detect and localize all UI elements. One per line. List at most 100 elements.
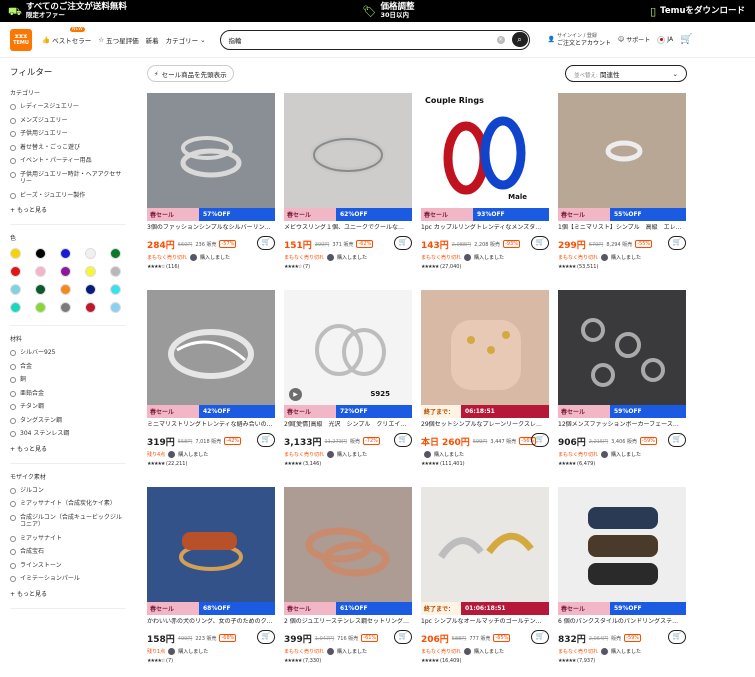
- product-title[interactable]: 1個【ミニマリスト】シンプル 高級 エレガント: [558, 224, 686, 233]
- radio-circle[interactable]: [10, 104, 16, 110]
- product-title[interactable]: 1pc シンプルなオールマッチのゴールデンシルバー: [421, 618, 549, 627]
- price-adjust-promo[interactable]: 🏷 価格調整 30日以内: [363, 3, 415, 19]
- product-title[interactable]: 6 個のパンクスタイルのパンドリングステンレス: [558, 618, 686, 627]
- color-swatch[interactable]: [85, 284, 96, 295]
- product-title[interactable]: 29個セットシンプルなプレーンリークスレディース: [421, 421, 549, 430]
- support-link[interactable]: ☺ サポート: [618, 35, 650, 44]
- add-to-cart-button[interactable]: 🛒: [394, 236, 412, 250]
- material-option[interactable]: 銅: [10, 376, 126, 384]
- clear-icon[interactable]: ×: [496, 35, 505, 44]
- radio-circle[interactable]: [10, 390, 16, 397]
- radio-circle[interactable]: [10, 535, 16, 542]
- motif-option[interactable]: 合成宝石: [10, 548, 126, 556]
- product-card[interactable]: S925 ▶ 春セール 72%OFF 2個[愛情]高級 光沢 シンプル クリエイティブ 3…: [284, 290, 412, 480]
- product-title[interactable]: 2 個のジュエリーステンレス鋼セットリング 1 デザイン: [284, 618, 412, 627]
- category-option[interactable]: ビーズ・ジュエリー製作: [10, 192, 126, 200]
- material-option[interactable]: 304 ステンレス鋼: [10, 430, 126, 438]
- product-card[interactable]: 春セール 62%OFF メビウスリング１個、ユニークでクールなデザイン 151円 399…: [284, 93, 412, 283]
- product-image[interactable]: Couple Rings Male 春セール 93%OFF: [421, 93, 549, 221]
- product-image[interactable]: 終了まで： 01:06:18:51: [421, 487, 549, 615]
- material-option[interactable]: シルバー925: [10, 349, 126, 357]
- product-title[interactable]: メビウスリング１個、ユニークでクールなデザイン: [284, 224, 412, 233]
- radio-circle[interactable]: [10, 171, 16, 178]
- radio-circle[interactable]: [10, 144, 16, 151]
- product-card[interactable]: 春セール 59%OFF 12個メンズファッションボーカーフェースリング 906円 2,2…: [558, 290, 686, 480]
- nav-five-star[interactable]: ☆ 五つ星評価: [98, 35, 138, 45]
- download-app-link[interactable]: ▯ Temuをダウンロード: [650, 6, 745, 17]
- account-menu[interactable]: 👤 サインイン / 登録 ご注文とアカウント: [548, 33, 612, 47]
- motif-option[interactable]: ミアッサナイト: [10, 535, 126, 543]
- product-title[interactable]: 1pc カップルリングトレンディなメンズタングステン: [421, 224, 549, 233]
- product-card[interactable]: 終了まで： 01:06:18:51 1pc シンプルなオールマッチのゴールデンシルバ…: [421, 487, 549, 677]
- category-more-button[interactable]: + もっと見る: [10, 205, 126, 214]
- product-image[interactable]: 終了まで： 06:18:51: [421, 290, 549, 418]
- add-to-cart-button[interactable]: 🛒: [668, 630, 686, 644]
- color-swatch[interactable]: [60, 266, 71, 277]
- product-card[interactable]: 春セール57%OFF 3個のファッションシンプルなシルバーリング、メンズ・レディー…: [147, 93, 275, 283]
- color-swatch[interactable]: [110, 302, 121, 313]
- product-title[interactable]: 12個メンズファッションボーカーフェースリング: [558, 421, 686, 430]
- product-card[interactable]: 春セール68%OFF かわいい赤の犬のリング、女の子のためのクリスマス 158円49…: [147, 487, 275, 677]
- product-card[interactable]: Couple Rings Male 春セール 93%OFF 1pc カップルリングトレン…: [421, 93, 549, 283]
- radio-circle[interactable]: [10, 417, 16, 424]
- color-swatch[interactable]: [35, 284, 46, 295]
- radio-circle[interactable]: [10, 404, 16, 410]
- product-card[interactable]: 春セール61%OFF 2 個のジュエリーステンレス鋼セットリング 1 デザイン 39…: [284, 487, 412, 677]
- color-swatch[interactable]: [10, 248, 21, 259]
- product-image[interactable]: 春セール 55%OFF: [558, 93, 686, 221]
- material-option[interactable]: タングステン鋼: [10, 417, 126, 425]
- color-swatch[interactable]: [60, 284, 71, 295]
- radio-circle[interactable]: [10, 487, 16, 494]
- add-to-cart-button[interactable]: 🛒: [257, 433, 275, 447]
- radio-circle[interactable]: [10, 501, 16, 507]
- material-option[interactable]: チタン鋼: [10, 403, 126, 411]
- language-selector[interactable]: JA: [657, 35, 673, 44]
- motif-more-button[interactable]: + もっと見る: [10, 589, 126, 598]
- product-image[interactable]: 春セール 68%OFF: [147, 487, 275, 615]
- radio-circle[interactable]: [10, 192, 16, 199]
- color-swatch[interactable]: [85, 248, 96, 259]
- nav-bestseller[interactable]: 👍 ベストセラー NEW: [42, 26, 91, 45]
- color-swatch[interactable]: [60, 248, 71, 259]
- radio-circle[interactable]: [10, 562, 16, 569]
- color-swatch[interactable]: [110, 284, 121, 295]
- product-card[interactable]: 春セール42%OFF ミニマリストリングトレンディな絡み合いのデザイン 319円55…: [147, 290, 275, 480]
- search-input[interactable]: 指輪 × ⌕: [219, 29, 530, 50]
- color-swatch[interactable]: [10, 266, 21, 277]
- category-option[interactable]: メンズジュエリー: [10, 117, 126, 125]
- add-to-cart-button[interactable]: 🛒: [257, 630, 275, 644]
- color-swatch[interactable]: [10, 284, 21, 295]
- color-swatch[interactable]: [85, 266, 96, 277]
- color-swatch[interactable]: [35, 302, 46, 313]
- product-title[interactable]: かわいい赤の犬のリング、女の子のためのクリスマス: [147, 618, 275, 627]
- product-title[interactable]: ミニマリストリングトレンディな絡み合いのデザイン: [147, 421, 275, 430]
- category-option[interactable]: 子供用ジュエリー: [10, 130, 126, 138]
- radio-circle[interactable]: [10, 377, 16, 383]
- material-more-button[interactable]: + もっと見る: [10, 444, 126, 453]
- color-swatch[interactable]: [10, 302, 21, 313]
- nav-new[interactable]: 新着: [146, 35, 159, 45]
- search-button[interactable]: ⌕: [511, 31, 528, 47]
- radio-circle[interactable]: [10, 431, 16, 437]
- radio-circle[interactable]: [10, 514, 16, 521]
- product-card[interactable]: 春セール 59%OFF 6 個のパンクスタイルのパンドリングステンレス 832円 2,0…: [558, 487, 686, 677]
- sort-dropdown[interactable]: 並べ替え: 関連性 ⌄: [565, 65, 687, 82]
- nav-category[interactable]: カテゴリー ⌄: [166, 35, 206, 45]
- color-swatch[interactable]: [110, 266, 121, 277]
- add-to-cart-button[interactable]: 🛒: [668, 433, 686, 447]
- product-image[interactable]: 春セール 61%OFF: [284, 487, 412, 615]
- product-title[interactable]: 3個のファッションシンプルなシルバーリング、メンズ・レディース兼用: [147, 224, 275, 233]
- add-to-cart-button[interactable]: 🛒: [394, 630, 412, 644]
- category-option[interactable]: レディースジュエリー: [10, 103, 126, 111]
- motif-option[interactable]: 合成ジルコン（合成キュービックジルコニア）: [10, 514, 126, 529]
- radio-circle[interactable]: [10, 158, 16, 164]
- play-icon[interactable]: ▶: [289, 388, 302, 401]
- product-image[interactable]: S925 ▶ 春セール 72%OFF: [284, 290, 412, 418]
- add-to-cart-button[interactable]: 🛒: [668, 236, 686, 250]
- free-shipping-promo[interactable]: ⛟ すべてのご注文が送料無料 限定オファー: [8, 3, 127, 19]
- color-swatch[interactable]: [35, 266, 46, 277]
- motif-option[interactable]: ミアッサナイト（合成炭化ケイ素）: [10, 500, 126, 508]
- add-to-cart-button[interactable]: 🛒: [531, 236, 549, 250]
- product-card[interactable]: 終了まで： 06:18:51 29個セットシンプルなプレーンリークスレディース 本日 2…: [421, 290, 549, 480]
- product-image[interactable]: 春セール 57%OFF: [147, 93, 275, 221]
